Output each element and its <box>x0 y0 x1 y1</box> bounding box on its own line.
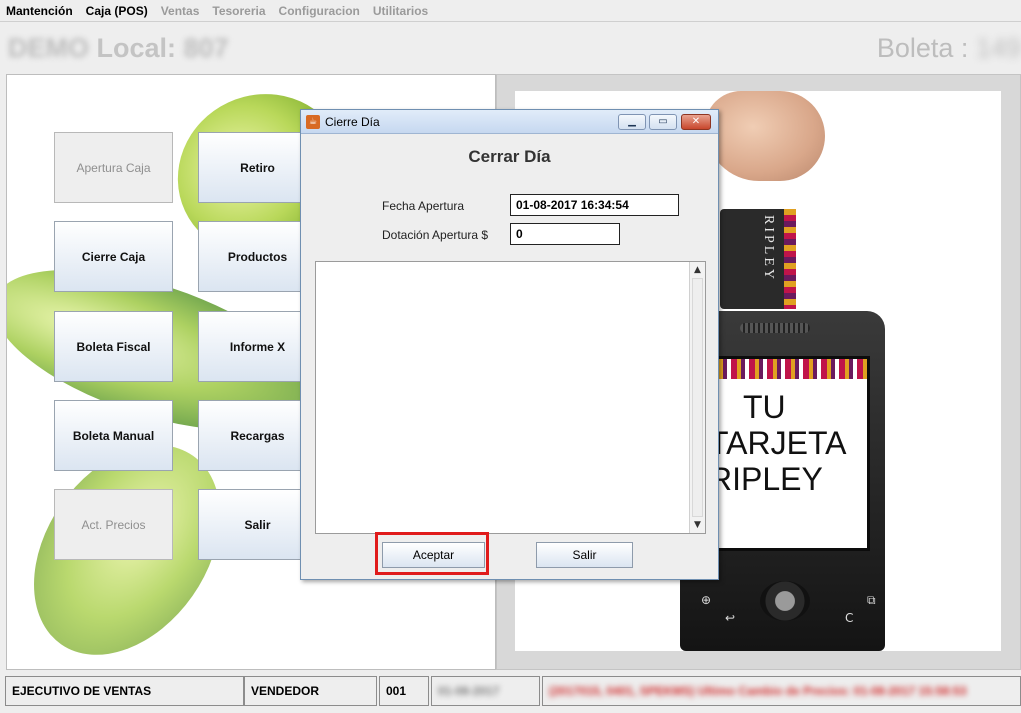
phone-keypad: ⊕ ↩ C ⧉ <box>695 571 876 641</box>
fecha-apertura-label: Fecha Apertura <box>382 199 465 213</box>
status-role: EJECUTIVO DE VENTAS <box>5 676 244 706</box>
menu-bar: Mantención Caja (POS) Ventas Tesoreria C… <box>0 0 1021 22</box>
cierre-dia-dialog: ☕ Cierre Día ▁ ▭ ✕ Cerrar Día Fecha Aper… <box>300 109 719 580</box>
boleta-title: Boleta : 149 <box>877 33 1021 64</box>
menu-ventas[interactable]: Ventas <box>161 4 200 18</box>
screen-stripes <box>713 359 867 379</box>
minimize-button[interactable]: ▁ <box>618 114 646 130</box>
menu-utilitarios[interactable]: Utilitarios <box>373 4 428 18</box>
status-date-blurred: 01-08-2017 <box>438 684 500 698</box>
status-bar: EJECUTIVO DE VENTAS VENDEDOR 001 01-08-2… <box>0 676 1021 706</box>
header: DEMO Local: 807 Boleta : 149 <box>0 28 1021 72</box>
scroll-track[interactable] <box>692 278 703 517</box>
window-icon: ⧉ <box>867 593 876 607</box>
dialog-salir-button[interactable]: Salir <box>536 542 633 568</box>
ad-line-2: TARJETA <box>710 425 847 461</box>
scroll-down-icon[interactable]: ▼ <box>690 518 705 532</box>
status-user-type: VENDEDOR <box>244 676 377 706</box>
local-label: Local: <box>96 33 177 63</box>
java-icon: ☕ <box>306 115 320 129</box>
scroll-up-icon[interactable]: ▲ <box>690 263 705 277</box>
menu-configuracion[interactable]: Configuracion <box>279 4 360 18</box>
local-title: DEMO Local: 807 <box>8 33 229 64</box>
close-button[interactable]: ✕ <box>681 114 711 130</box>
menu-tesoreria[interactable]: Tesoreria <box>212 4 265 18</box>
report-text-area[interactable]: ▲ ▼ <box>315 261 706 534</box>
back-icon: ↩ <box>725 611 736 625</box>
phone-speaker <box>740 323 810 333</box>
card-stripes <box>784 209 796 309</box>
phone-navigation-ring <box>760 581 810 621</box>
cierre-caja-button[interactable]: Cierre Caja <box>54 221 173 292</box>
status-code: 001 <box>379 676 429 706</box>
card-brand-text: RIPLEY <box>761 215 776 282</box>
dialog-body: Cerrar Día Fecha Apertura 01-08-2017 16:… <box>307 137 712 575</box>
dialog-heading: Cerrar Día <box>468 147 551 166</box>
ad-line-1: TU <box>743 389 786 425</box>
aceptar-highlight-box <box>375 532 489 575</box>
apertura-caja-button[interactable]: Apertura Caja <box>54 132 173 203</box>
boleta-manual-button[interactable]: Boleta Manual <box>54 400 173 471</box>
maximize-button[interactable]: ▭ <box>649 114 677 130</box>
boleta-label: Boleta : <box>876 33 969 63</box>
ad-line-3: RIPLEY <box>710 461 823 497</box>
status-message: (2017015, 0401, SPEKMS) Ultimo Cambio de… <box>542 676 1021 706</box>
ripley-card-image: RIPLEY <box>720 209 796 309</box>
hand-image <box>705 91 825 181</box>
dotacion-apertura-field[interactable]: 0 <box>510 223 620 245</box>
act-precios-button[interactable]: Act. Precios <box>54 489 173 560</box>
dialog-title: Cierre Día <box>325 115 380 129</box>
menu-mantencion[interactable]: Mantención <box>6 4 73 18</box>
boleta-number-blurred: 149 <box>975 33 1021 63</box>
globe-icon: ⊕ <box>701 593 712 607</box>
local-number-blurred: 807 <box>183 33 229 63</box>
fecha-apertura-field[interactable]: 01-08-2017 16:34:54 <box>510 194 679 216</box>
menu-caja-pos[interactable]: Caja (POS) <box>86 4 148 18</box>
vertical-scrollbar[interactable]: ▲ ▼ <box>689 262 705 533</box>
clear-icon: C <box>845 611 854 625</box>
local-name-blurred: DEMO <box>8 33 89 63</box>
status-message-blurred: (2017015, 0401, SPEKMS) Ultimo Cambio de… <box>549 684 967 698</box>
status-date: 01-08-2017 <box>431 676 540 706</box>
phone-screen: TU TARJETA RIPLEY <box>710 356 870 551</box>
boleta-fiscal-button[interactable]: Boleta Fiscal <box>54 311 173 382</box>
dotacion-apertura-label: Dotación Apertura $ <box>382 228 489 242</box>
dialog-titlebar[interactable]: ☕ Cierre Día ▁ ▭ ✕ <box>301 110 718 134</box>
